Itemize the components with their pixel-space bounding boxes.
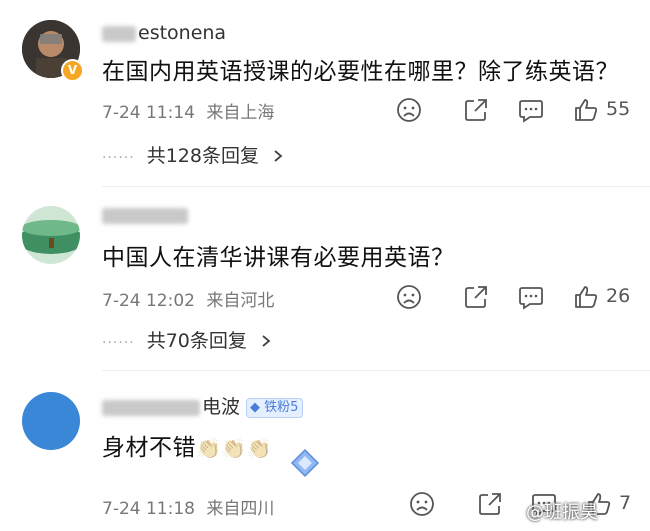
watermark: @班振昊 bbox=[526, 502, 598, 523]
redacted-username bbox=[102, 207, 188, 224]
share-icon bbox=[465, 99, 487, 121]
fan-badge: ◆ 铁粉5 bbox=[246, 397, 304, 418]
verified-badge-icon: V bbox=[61, 59, 84, 82]
diamond-sticker-icon bbox=[290, 448, 320, 478]
chevron-right-icon bbox=[262, 335, 271, 347]
redacted-username-part bbox=[102, 25, 136, 42]
like-button[interactable]: 55 bbox=[572, 96, 638, 126]
comment-item: 中国人在清华讲课有必要用英语？ 7-24 12:02 来自河北 26 ·····… bbox=[0, 186, 650, 366]
chevron-right-icon bbox=[274, 150, 283, 162]
sad-face-icon bbox=[397, 98, 421, 122]
username[interactable]: estonena bbox=[102, 22, 226, 44]
comment-text: 身材不错👏👏👏 bbox=[102, 435, 273, 461]
comment-icon bbox=[519, 100, 543, 123]
comment-item: V estonena 在国内用英语授课的必要性在哪里？除了练英语？ 7-24 1… bbox=[0, 0, 650, 185]
share-icon bbox=[479, 493, 501, 515]
comment-button[interactable] bbox=[517, 283, 547, 313]
view-replies-link[interactable]: ······ 共128条回复 bbox=[102, 141, 285, 168]
reply-dots: ······ bbox=[102, 150, 135, 166]
username[interactable]: 电波 ◆ 铁粉5 bbox=[102, 392, 304, 419]
thumbs-up-icon bbox=[575, 99, 598, 121]
dislike-button[interactable] bbox=[395, 96, 425, 126]
comment-text: 中国人在清华讲课有必要用英语？ bbox=[102, 245, 455, 271]
avatar-image bbox=[22, 206, 80, 264]
comment-actions: 55 bbox=[0, 96, 650, 126]
comment-actions: 26 bbox=[0, 283, 650, 313]
view-replies-link[interactable]: ······ 共70条回复 bbox=[102, 326, 273, 353]
share-icon bbox=[465, 286, 487, 308]
comment-icon bbox=[519, 287, 543, 310]
username[interactable] bbox=[102, 204, 190, 226]
reply-dots: ······ bbox=[102, 335, 135, 351]
thumbs-up-icon bbox=[575, 286, 598, 308]
like-button[interactable]: 26 bbox=[572, 283, 638, 313]
share-button[interactable] bbox=[476, 490, 506, 520]
comment-text: 在国内用英语授课的必要性在哪里？除了练英语？ bbox=[102, 59, 619, 85]
clap-emoji: 👏👏👏 bbox=[196, 436, 273, 460]
dislike-button[interactable] bbox=[395, 283, 425, 313]
like-count: 7 bbox=[619, 492, 632, 514]
redacted-username-part bbox=[102, 399, 200, 416]
comment-button[interactable] bbox=[517, 96, 547, 126]
like-count: 55 bbox=[606, 98, 631, 120]
avatar[interactable] bbox=[22, 206, 80, 264]
sad-face-icon bbox=[397, 285, 421, 309]
share-button[interactable] bbox=[462, 283, 492, 313]
dislike-button[interactable] bbox=[408, 490, 438, 520]
share-button[interactable] bbox=[462, 96, 492, 126]
avatar[interactable] bbox=[22, 392, 80, 450]
like-count: 26 bbox=[606, 285, 631, 307]
sad-face-icon bbox=[410, 492, 434, 516]
